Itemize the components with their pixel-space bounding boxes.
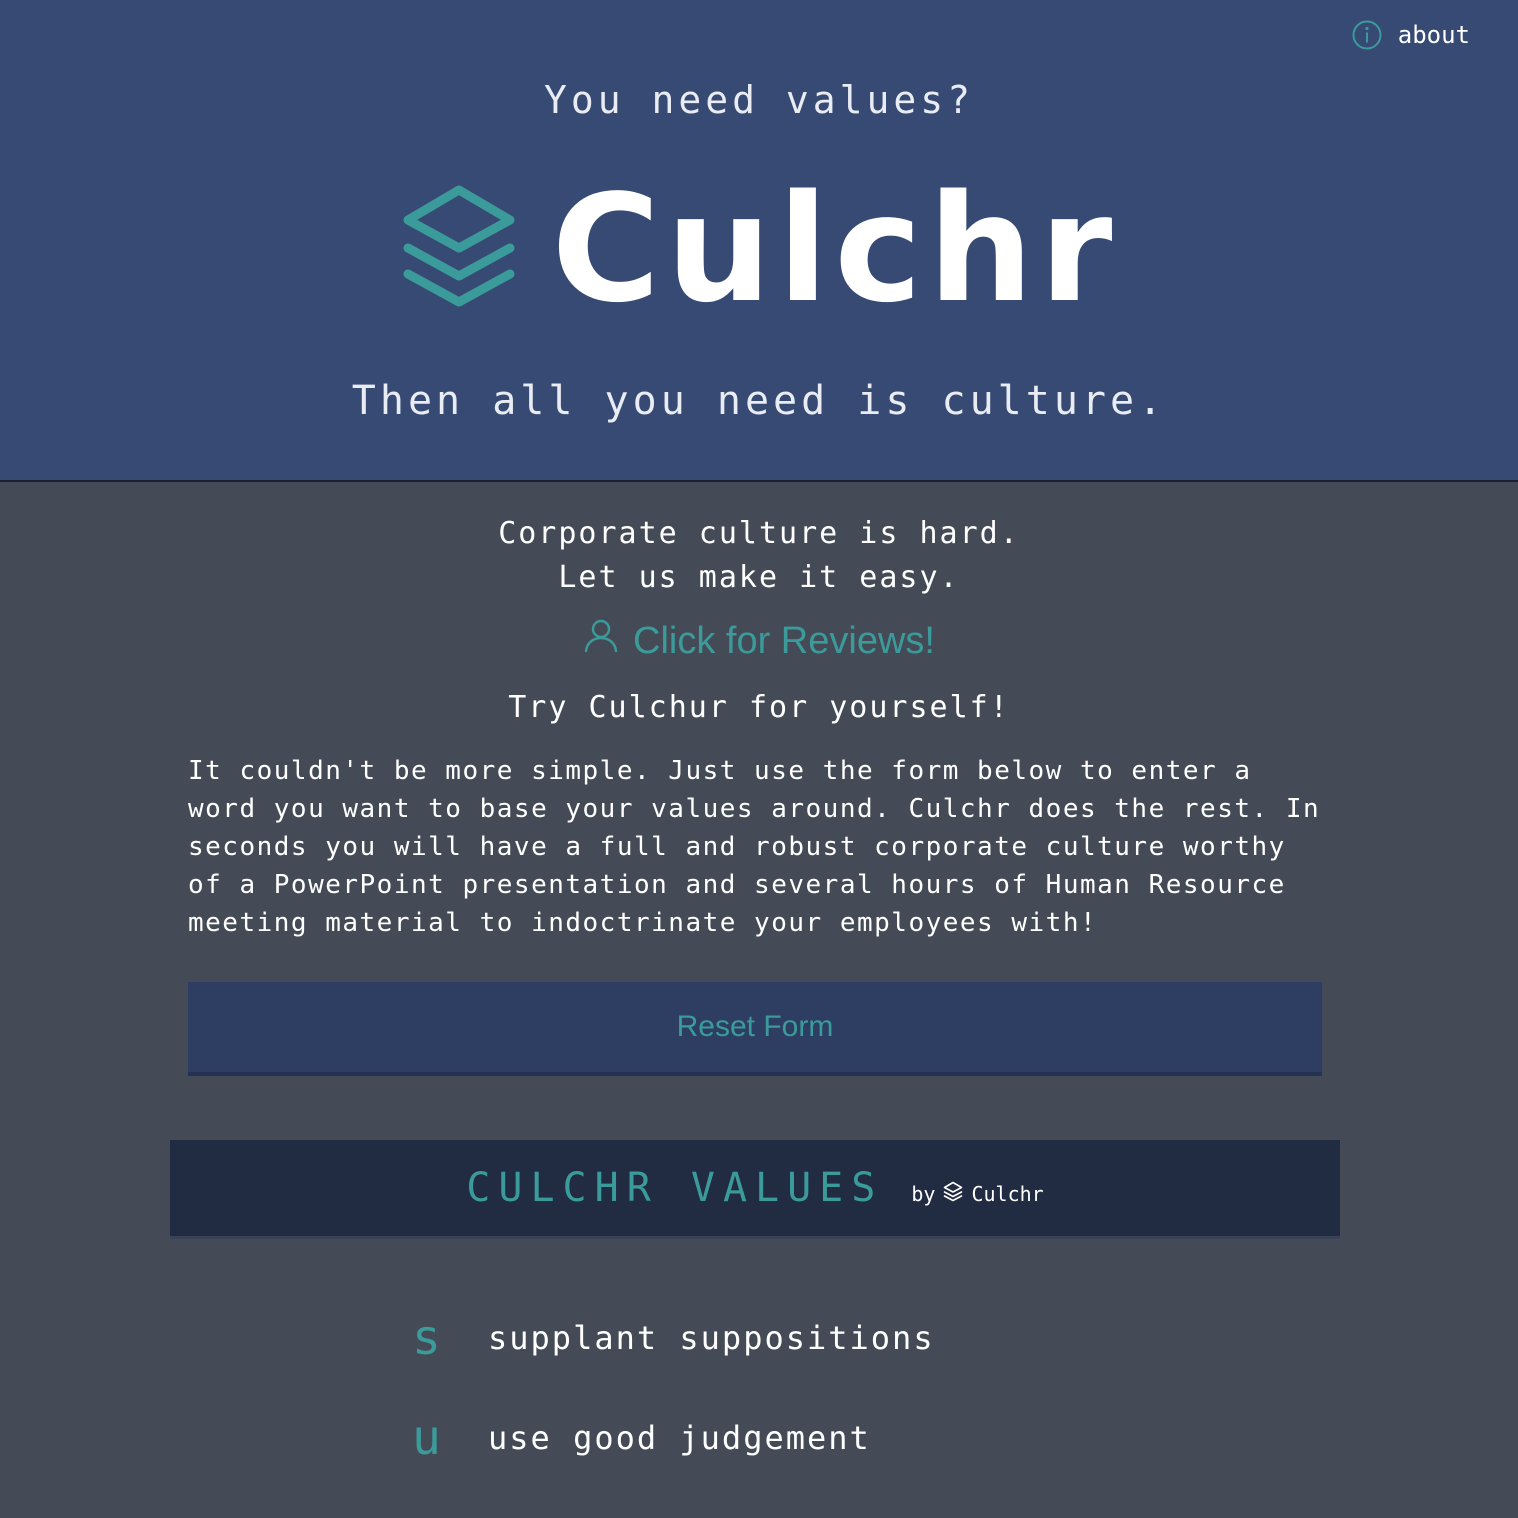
logo: Culchr (0, 175, 1518, 323)
reset-form-button[interactable]: Reset Form (188, 982, 1322, 1076)
description: It couldn't be more simple. Just use the… (188, 756, 1321, 938)
values-title: CULCHR VALUES (466, 1165, 884, 1211)
reviews-label: Click for Reviews! (633, 619, 935, 662)
value-text: use good judgement (488, 1419, 871, 1457)
value-item: s supplant suppositions (412, 1310, 935, 1366)
hero-question: You need values? (543, 78, 975, 122)
brand-label: Culchr (971, 1182, 1044, 1206)
hero-tagline: Then all you need is culture. (351, 378, 1167, 424)
intro-line-2: Let us make it easy. (558, 560, 960, 595)
value-text: supplant suppositions (488, 1319, 935, 1357)
value-item: u use good judgement (412, 1410, 871, 1466)
hero-section: about You need values? Culchr Then all y… (0, 0, 1518, 482)
layers-small-icon (943, 1181, 963, 1207)
by-label: by (911, 1182, 936, 1206)
user-icon (583, 618, 619, 664)
try-heading: Try Culchur for yourself! (508, 690, 1010, 725)
values-byline: by Culchr (911, 1181, 1044, 1207)
about-label: about (1397, 21, 1470, 49)
layers-logo-icon (400, 184, 518, 314)
intro-line-1: Corporate culture is hard. (498, 516, 1020, 551)
logo-wordmark: Culchr (551, 163, 1119, 335)
info-icon (1352, 20, 1382, 50)
value-letter: u (412, 1410, 441, 1466)
reviews-link[interactable]: Click for Reviews! (0, 618, 1518, 664)
value-letter: s (412, 1310, 441, 1366)
values-header: CULCHR VALUES by Culchr (170, 1140, 1340, 1239)
about-link[interactable]: about (1352, 20, 1470, 50)
intro-text: Corporate culture is hard. Let us make i… (0, 512, 1518, 600)
